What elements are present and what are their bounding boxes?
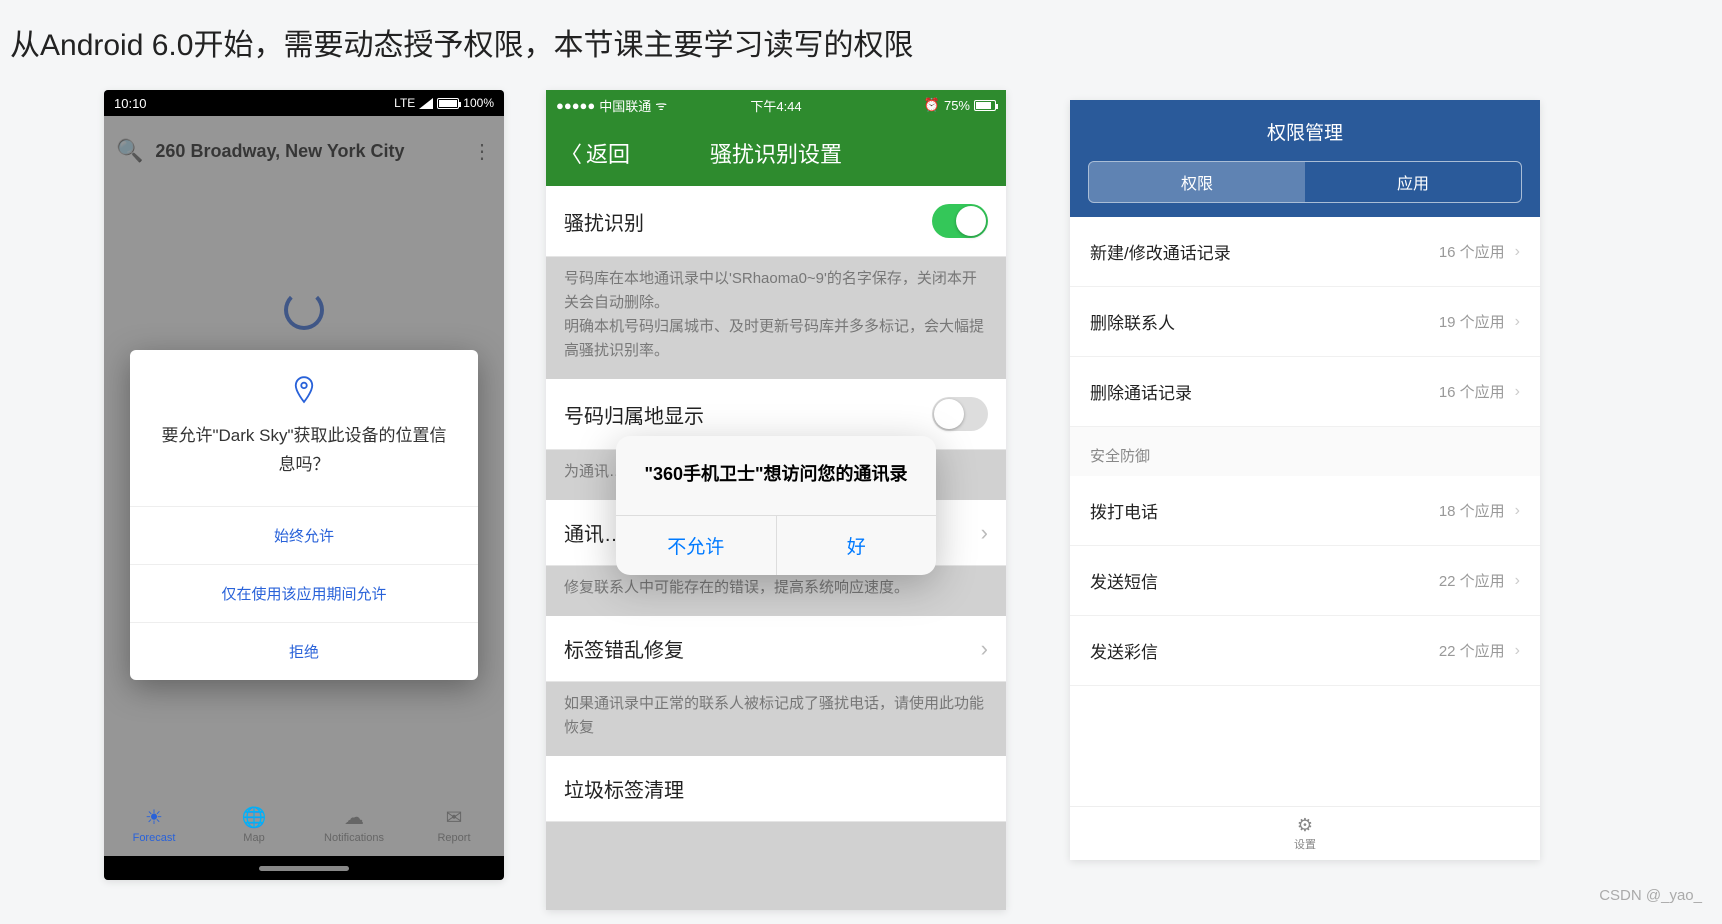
row-description: 号码库在本地通讯录中以'SRhaoma0~9'的名字保存，关闭本开关会自动删除。…: [546, 257, 1006, 379]
map-icon: 🌐: [242, 805, 267, 830]
chevron-right-icon: ›: [981, 520, 988, 546]
back-button[interactable]: 〈返回: [546, 137, 644, 169]
segment-app[interactable]: 应用: [1305, 162, 1521, 202]
item-label: 发送彩信: [1090, 638, 1158, 663]
back-label: 返回: [586, 137, 630, 169]
segment-permission[interactable]: 权限: [1089, 162, 1305, 202]
chevron-left-icon: 〈: [560, 137, 582, 169]
item-value: 22 个应用: [1439, 640, 1505, 661]
item-label: 删除通话记录: [1090, 379, 1192, 404]
chevron-right-icon: ›: [1515, 502, 1520, 520]
wifi-icon: ᯤ: [655, 96, 667, 114]
tab-forecast[interactable]: ☀ Forecast: [104, 792, 204, 856]
notifications-icon: ☁: [344, 805, 364, 830]
chevron-right-icon: ›: [981, 636, 988, 662]
item-value: 22 个应用: [1439, 570, 1505, 591]
toggle-switch[interactable]: [932, 204, 988, 238]
row-label: 骚扰识别: [564, 207, 644, 236]
row-label: 标签错乱修复: [564, 634, 684, 663]
chevron-right-icon: ›: [1515, 572, 1520, 590]
lte-label: LTE: [394, 96, 415, 110]
status-bar: 10:10 LTE 100%: [104, 90, 504, 116]
item-label: 删除联系人: [1090, 309, 1175, 334]
bottom-nav: ☀ Forecast 🌐 Map ☁ Notifications ✉ Report: [104, 792, 504, 856]
item-value: 16 个应用: [1439, 381, 1505, 402]
list-item[interactable]: 删除联系人 19 个应用 ›: [1070, 287, 1540, 357]
item-value: 18 个应用: [1439, 500, 1505, 521]
status-time: 下午4:44: [750, 96, 801, 115]
toggle-switch[interactable]: [932, 397, 988, 431]
tab-notifications[interactable]: ☁ Notifications: [304, 792, 404, 856]
nav-bar: [104, 856, 504, 880]
bottom-bar[interactable]: ⚙ 设置: [1070, 806, 1540, 860]
header: 权限管理 权限 应用: [1070, 100, 1540, 217]
header-title: 权限管理: [1070, 118, 1540, 145]
watermark: CSDN @_yao_: [1599, 887, 1702, 904]
chevron-right-icon: ›: [1515, 313, 1520, 331]
row-harass-detect[interactable]: 骚扰识别: [546, 186, 1006, 257]
permission-dialog: 要允许"Dark Sky"获取此设备的位置信息吗？ 始终允许 仅在使用该应用期间…: [130, 350, 478, 680]
signal-dots-icon: ●●●●●: [556, 98, 595, 113]
list-item[interactable]: 拨打电话 18 个应用 ›: [1070, 476, 1540, 546]
section-header: 安全防御: [1070, 427, 1540, 476]
nav-bar: 〈返回 骚扰识别设置: [546, 120, 1006, 186]
tab-report[interactable]: ✉ Report: [404, 792, 504, 856]
tab-label: Notifications: [324, 832, 384, 844]
location-pin-icon: [130, 350, 478, 416]
row-label: 通讯…: [564, 518, 624, 547]
tab-map[interactable]: 🌐 Map: [204, 792, 304, 856]
list-item[interactable]: 删除通话记录 16 个应用 ›: [1070, 357, 1540, 427]
permission-list: 新建/修改通话记录 16 个应用 › 删除联系人 19 个应用 › 删除通话记录 16 个…: [1070, 217, 1540, 686]
tab-label: Report: [437, 832, 470, 844]
chevron-right-icon: ›: [1515, 243, 1520, 261]
segmented-control: 权限 应用: [1088, 161, 1522, 203]
list-item[interactable]: 发送彩信 22 个应用 ›: [1070, 616, 1540, 686]
ios-permission-alert: "360手机卫士"想访问您的通讯录 不允许 好: [616, 436, 936, 575]
alert-ok-button[interactable]: 好: [777, 516, 937, 575]
battery-percent: 100%: [463, 96, 494, 110]
row-label: 号码归属地显示: [564, 400, 704, 429]
item-label: 新建/修改通话记录: [1090, 239, 1231, 264]
status-time: 10:10: [114, 96, 147, 111]
list-item[interactable]: 新建/修改通话记录 16 个应用 ›: [1070, 217, 1540, 287]
nav-title: 骚扰识别设置: [710, 137, 842, 169]
chevron-right-icon: ›: [1515, 642, 1520, 660]
allow-while-using-button[interactable]: 仅在使用该应用期间允许: [130, 564, 478, 622]
list-item[interactable]: 发送短信 22 个应用 ›: [1070, 546, 1540, 616]
forecast-icon: ☀: [145, 805, 163, 830]
ios-phone-mock: ●●●●● 中国联通ᯤ 下午4:44 ⏰ 75% 〈返回 骚扰识别设置 骚扰识别 号…: [546, 90, 1006, 910]
row-label: 垃圾标签清理: [564, 774, 684, 803]
signal-icon: [419, 98, 433, 109]
status-bar: ●●●●● 中国联通ᯤ 下午4:44 ⏰ 75%: [546, 90, 1006, 120]
item-value: 19 个应用: [1439, 311, 1505, 332]
dialog-message: 要允许"Dark Sky"获取此设备的位置信息吗？: [130, 416, 478, 506]
bottom-label: 设置: [1294, 836, 1316, 852]
tab-label: Forecast: [133, 832, 176, 844]
tab-label: Map: [243, 832, 264, 844]
battery-percent: 75%: [944, 98, 970, 113]
report-icon: ✉: [446, 805, 463, 830]
alert-deny-button[interactable]: 不允许: [616, 516, 777, 575]
battery-icon: [974, 100, 996, 111]
permission-manager-mock: 权限管理 权限 应用 新建/修改通话记录 16 个应用 › 删除联系人 19 个应用 ›…: [1070, 100, 1540, 860]
item-label: 发送短信: [1090, 568, 1158, 593]
allow-always-button[interactable]: 始终允许: [130, 506, 478, 564]
deny-button[interactable]: 拒绝: [130, 622, 478, 680]
android-phone-mock: 10:10 LTE 100% 🔍 260 Broadway, New York …: [104, 90, 504, 880]
row-trash-clean[interactable]: 垃圾标签清理: [546, 756, 1006, 822]
battery-icon: [437, 98, 459, 109]
item-label: 拨打电话: [1090, 498, 1158, 523]
row-description: 如果通讯录中正常的联系人被标记成了骚扰电话，请使用此功能恢复: [546, 682, 1006, 756]
page-heading: 从Android 6.0开始，需要动态授予权限，本节课主要学习读写的权限: [10, 20, 913, 64]
chevron-right-icon: ›: [1515, 383, 1520, 401]
carrier-label: 中国联通: [599, 96, 651, 115]
row-tag-repair[interactable]: 标签错乱修复 ›: [546, 616, 1006, 682]
gear-icon: ⚙: [1297, 815, 1313, 836]
home-pill-icon[interactable]: [259, 866, 349, 871]
alarm-icon: ⏰: [924, 97, 940, 113]
item-value: 16 个应用: [1439, 241, 1505, 262]
alert-title: "360手机卫士"想访问您的通讯录: [616, 436, 936, 515]
